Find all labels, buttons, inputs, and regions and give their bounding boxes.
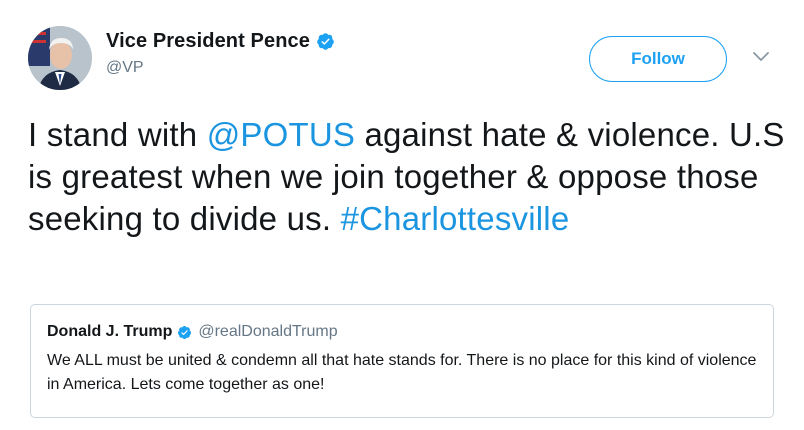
hashtag-link[interactable]: #Charlottesville — [341, 200, 570, 237]
tweet-text-part-1: I stand with — [28, 116, 207, 153]
verified-badge-icon — [316, 32, 335, 51]
quoted-tweet-text: We ALL must be united & condemn all that… — [47, 352, 757, 393]
follow-button[interactable]: Follow — [589, 36, 727, 82]
avatar[interactable] — [28, 26, 92, 90]
author-handle[interactable]: @VP — [106, 59, 335, 77]
verified-badge-icon — [177, 325, 192, 340]
author-info: Vice President Pence @VP — [106, 30, 335, 77]
mention-link[interactable]: @POTUS — [207, 116, 355, 153]
quoted-author-handle: @realDonaldTrump — [198, 323, 338, 340]
quoted-author-name: Donald J. Trump — [47, 323, 173, 340]
chevron-down-icon[interactable] — [752, 50, 770, 62]
quoted-tweet[interactable]: Donald J. Trump @realDonaldTrump We ALL … — [30, 304, 774, 418]
tweet-text: I stand with @POTUS against hate & viole… — [28, 114, 788, 240]
author-display-name[interactable]: Vice President Pence — [106, 30, 310, 53]
author-name-row: Vice President Pence — [106, 30, 335, 53]
quoted-tweet-header: Donald J. Trump @realDonaldTrump — [47, 323, 757, 341]
tweet-card: Vice President Pence @VP Follow I stand … — [0, 0, 804, 430]
